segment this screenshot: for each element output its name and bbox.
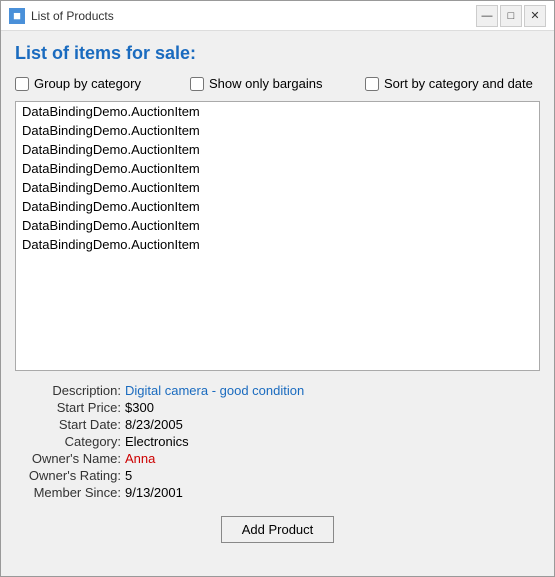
list-item[interactable]: DataBindingDemo.AuctionItem: [16, 178, 539, 197]
sort-by-category-date-checkbox[interactable]: [365, 77, 379, 91]
add-product-button[interactable]: Add Product: [221, 516, 335, 543]
title-bar-left: ■ List of Products: [9, 8, 114, 24]
list-item[interactable]: DataBindingDemo.AuctionItem: [16, 140, 539, 159]
sort-by-category-date-label: Sort by category and date: [384, 76, 533, 91]
checkboxes-row: Group by category Show only bargains Sor…: [15, 76, 540, 91]
maximize-button[interactable]: □: [500, 5, 522, 27]
description-label: Description:: [15, 383, 125, 398]
sort-by-category-date-item: Sort by category and date: [365, 76, 540, 91]
start-price-label: Start Price:: [15, 400, 125, 415]
member-since-row: Member Since: 9/13/2001: [15, 485, 540, 500]
group-by-category-label: Group by category: [34, 76, 141, 91]
list-item[interactable]: DataBindingDemo.AuctionItem: [16, 121, 539, 140]
category-row: Category: Electronics: [15, 434, 540, 449]
content-area: List of items for sale: Group by categor…: [1, 31, 554, 576]
show-only-bargains-item: Show only bargains: [190, 76, 365, 91]
window-title: List of Products: [31, 9, 114, 23]
owners-name-value: Anna: [125, 451, 155, 466]
product-list[interactable]: DataBindingDemo.AuctionItemDataBindingDe…: [15, 101, 540, 371]
group-by-category-item: Group by category: [15, 76, 190, 91]
start-price-row: Start Price: $300: [15, 400, 540, 415]
list-item[interactable]: DataBindingDemo.AuctionItem: [16, 159, 539, 178]
description-row: Description: Digital camera - good condi…: [15, 383, 540, 398]
page-title: List of items for sale:: [15, 43, 540, 64]
close-button[interactable]: ✕: [524, 5, 546, 27]
category-label: Category:: [15, 434, 125, 449]
list-item[interactable]: DataBindingDemo.AuctionItem: [16, 102, 539, 121]
show-only-bargains-label: Show only bargains: [209, 76, 322, 91]
start-price-value: $300: [125, 400, 154, 415]
owners-rating-row: Owner's Rating: 5: [15, 468, 540, 483]
category-value: Electronics: [125, 434, 189, 449]
description-value: Digital camera - good condition: [125, 383, 304, 398]
minimize-button[interactable]: —: [476, 5, 498, 27]
start-date-value: 8/23/2005: [125, 417, 183, 432]
list-item[interactable]: DataBindingDemo.AuctionItem: [16, 197, 539, 216]
main-window: ■ List of Products — □ ✕ List of items f…: [0, 0, 555, 577]
group-by-category-checkbox[interactable]: [15, 77, 29, 91]
owners-name-row: Owner's Name: Anna: [15, 451, 540, 466]
app-icon: ■: [9, 8, 25, 24]
start-date-label: Start Date:: [15, 417, 125, 432]
list-item[interactable]: DataBindingDemo.AuctionItem: [16, 235, 539, 254]
title-bar: ■ List of Products — □ ✕: [1, 1, 554, 31]
member-since-label: Member Since:: [15, 485, 125, 500]
show-only-bargains-checkbox[interactable]: [190, 77, 204, 91]
list-item[interactable]: DataBindingDemo.AuctionItem: [16, 216, 539, 235]
details-section: Description: Digital camera - good condi…: [15, 383, 540, 500]
start-date-row: Start Date: 8/23/2005: [15, 417, 540, 432]
member-since-value: 9/13/2001: [125, 485, 183, 500]
owners-rating-label: Owner's Rating:: [15, 468, 125, 483]
owners-rating-value: 5: [125, 468, 132, 483]
owners-name-label: Owner's Name:: [15, 451, 125, 466]
window-controls: — □ ✕: [476, 5, 546, 27]
